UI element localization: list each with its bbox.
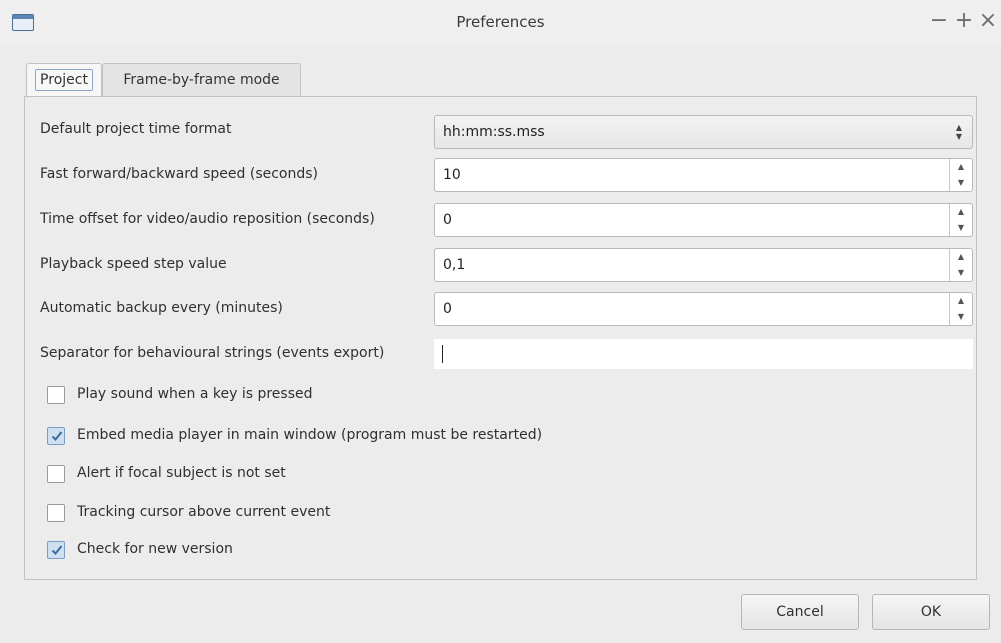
checkmark-icon	[51, 545, 63, 555]
time-format-label: Default project time format	[40, 121, 232, 137]
spin-up-icon[interactable]: ▲	[950, 249, 972, 265]
embed-player-checkbox[interactable]	[47, 427, 65, 445]
text-cursor	[442, 345, 443, 363]
spin-buttons: ▲ ▼	[949, 159, 972, 191]
auto-backup-label: Automatic backup every (minutes)	[40, 300, 283, 316]
time-offset-label: Time offset for video/audio reposition (…	[40, 211, 375, 227]
tracking-cursor-checkbox[interactable]	[47, 504, 65, 522]
embed-player-label: Embed media player in main window (progr…	[77, 427, 543, 443]
play-sound-label: Play sound when a key is pressed	[77, 386, 313, 402]
time-offset-spinbox[interactable]: 0 ▲ ▼	[434, 203, 973, 237]
spin-buttons: ▲ ▼	[949, 204, 972, 236]
tab-project[interactable]: Project	[26, 63, 102, 97]
playback-step-label: Playback speed step value	[40, 256, 227, 272]
auto-backup-value: 0	[443, 301, 452, 317]
window-title: Preferences	[456, 13, 545, 31]
spin-up-icon[interactable]: ▲	[950, 204, 972, 220]
spin-down-icon[interactable]: ▼	[950, 265, 972, 281]
playback-step-value: 0,1	[443, 257, 466, 273]
minimize-icon[interactable]: −	[928, 8, 950, 34]
ff-speed-label: Fast forward/backward speed (seconds)	[40, 166, 319, 182]
spin-down-icon[interactable]: ▼	[950, 309, 972, 325]
time-format-value: hh:mm:ss.mss	[443, 124, 545, 140]
auto-backup-spinbox[interactable]: 0 ▲ ▼	[434, 292, 973, 326]
alert-focal-label: Alert if focal subject is not set	[77, 465, 286, 481]
alert-focal-checkbox[interactable]	[47, 465, 65, 483]
playback-step-spinbox[interactable]: 0,1 ▲ ▼	[434, 248, 973, 282]
spin-down-icon[interactable]: ▼	[950, 175, 972, 191]
combo-arrows-icon: ▲ ▼	[955, 123, 963, 141]
ok-button[interactable]: OK	[872, 594, 990, 630]
spin-buttons: ▲ ▼	[949, 249, 972, 281]
title-bar: Preferences − + ×	[0, 0, 1001, 46]
tracking-cursor-label: Tracking cursor above current event	[77, 504, 331, 520]
checkmark-icon	[51, 431, 63, 441]
spin-down-icon[interactable]: ▼	[950, 220, 972, 236]
separator-input[interactable]	[434, 339, 973, 369]
play-sound-checkbox[interactable]	[47, 386, 65, 404]
cancel-button[interactable]: Cancel	[741, 594, 859, 630]
time-format-select[interactable]: hh:mm:ss.mss ▲ ▼	[434, 115, 973, 149]
tab-project-label: Project	[35, 69, 93, 91]
maximize-icon[interactable]: +	[953, 8, 975, 34]
tab-frame-by-frame-label: Frame-by-frame mode	[123, 72, 280, 88]
separator-label: Separator for behavioural strings (event…	[40, 345, 385, 361]
ff-speed-value: 10	[443, 167, 461, 183]
spin-buttons: ▲ ▼	[949, 293, 972, 325]
time-offset-value: 0	[443, 212, 452, 228]
close-icon[interactable]: ×	[977, 8, 999, 34]
tab-frame-by-frame[interactable]: Frame-by-frame mode	[102, 63, 301, 96]
check-version-checkbox[interactable]	[47, 541, 65, 559]
spin-up-icon[interactable]: ▲	[950, 293, 972, 309]
check-version-label: Check for new version	[77, 541, 233, 557]
ff-speed-spinbox[interactable]: 10 ▲ ▼	[434, 158, 973, 192]
spin-up-icon[interactable]: ▲	[950, 159, 972, 175]
